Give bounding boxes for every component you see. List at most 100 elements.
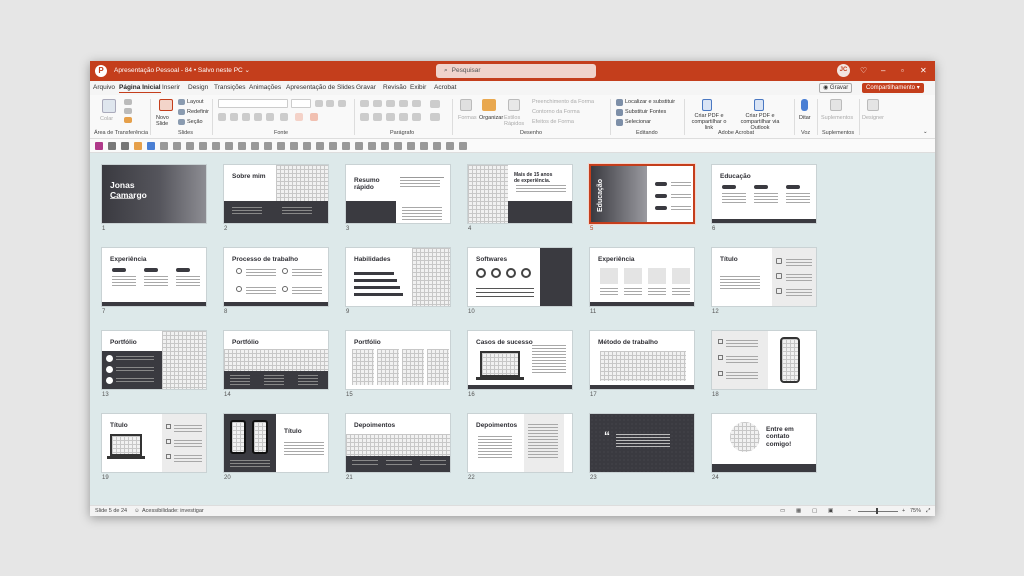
increase-font-icon[interactable] <box>315 100 323 107</box>
start-slideshow-icon[interactable] <box>147 142 155 150</box>
minimize-icon[interactable]: – <box>881 65 885 77</box>
tab-inserir[interactable]: Inserir <box>162 84 180 91</box>
slide-thumbnail-21[interactable]: Depoimentos <box>345 413 451 473</box>
slide-thumbnail-16[interactable]: Casos de sucesso <box>467 330 573 390</box>
bring-forward-icon[interactable] <box>251 142 259 150</box>
create-pdf-outlook-icon[interactable] <box>754 99 764 111</box>
accessibility-status[interactable]: Acessibilidade: investigar <box>142 508 204 514</box>
justify-icon[interactable] <box>399 113 408 121</box>
arrange-icon[interactable] <box>482 99 496 111</box>
dictate-button[interactable]: Ditar <box>799 115 811 121</box>
slide-thumbnail-22[interactable]: Depoimentos <box>467 413 573 473</box>
slide-thumbnail-17[interactable]: Método de trabalho <box>589 330 695 390</box>
slide-thumbnail-18[interactable] <box>711 330 817 390</box>
arrange-button[interactable]: Organizar <box>479 115 503 121</box>
decrease-indent-icon[interactable] <box>386 100 395 107</box>
tab-animações[interactable]: Animações <box>249 84 281 91</box>
link-icon[interactable] <box>420 142 428 150</box>
shapes-icon[interactable] <box>460 99 472 111</box>
comment-icon[interactable] <box>433 142 441 150</box>
zoom-icon[interactable] <box>394 142 402 150</box>
section-icon[interactable] <box>178 119 185 125</box>
paste-icon[interactable] <box>102 99 116 113</box>
slide-thumbnail-5[interactable]: Educação <box>589 164 695 224</box>
document-title[interactable]: Apresentação Pessoal - 84 • Salvo neste … <box>114 66 250 74</box>
collapse-ribbon-icon[interactable]: ⌄ <box>923 129 928 135</box>
zoom-in-icon[interactable]: + <box>902 508 905 514</box>
slide-thumbnail-7[interactable]: Experiência <box>101 247 207 307</box>
selection-pane-icon[interactable] <box>342 142 350 150</box>
format-painter-icon[interactable] <box>124 117 132 123</box>
layout-icon[interactable] <box>178 99 185 105</box>
undo-icon[interactable] <box>108 142 116 150</box>
format-painter-icon[interactable] <box>134 142 142 150</box>
distribute-icon[interactable] <box>238 142 246 150</box>
zoom-level[interactable]: 75% <box>910 508 921 514</box>
slide-thumbnail-3[interactable]: Resumo rápido <box>345 164 451 224</box>
align-right-icon[interactable] <box>386 113 395 121</box>
normal-view-icon[interactable]: ▭ <box>780 508 785 514</box>
tab-design[interactable]: Design <box>188 84 208 91</box>
addins-icon[interactable] <box>830 99 842 111</box>
tab-exibir[interactable]: Exibir <box>410 84 426 91</box>
tab-transições[interactable]: Transições <box>214 84 246 91</box>
guides-icon[interactable] <box>368 142 376 150</box>
lightbulb-icon[interactable]: ♡ <box>860 65 867 77</box>
send-backward-icon[interactable] <box>264 142 272 150</box>
smartart-icon[interactable] <box>430 113 440 121</box>
decrease-font-icon[interactable] <box>326 100 334 107</box>
change-case-icon[interactable] <box>280 113 288 121</box>
cut-icon[interactable] <box>124 99 132 105</box>
shapes-button[interactable]: Formas <box>458 115 477 121</box>
grid-icon[interactable] <box>355 142 363 150</box>
reset-icon[interactable] <box>178 109 185 115</box>
slide-thumbnail-23[interactable]: “ <box>589 413 695 473</box>
create-pdf-link-button[interactable]: Criar PDF e compartilhar o link <box>690 113 728 131</box>
align-icon[interactable] <box>212 142 220 150</box>
shape-effects-button[interactable]: Efeitos de Forma <box>532 119 574 125</box>
slide-thumbnail-13[interactable]: Portfólio <box>101 330 207 390</box>
find-replace-button[interactable]: Localizar e substituir <box>625 99 675 105</box>
fit-icon[interactable] <box>407 142 415 150</box>
ruler-icon[interactable] <box>381 142 389 150</box>
flip-icon[interactable] <box>303 142 311 150</box>
crop-icon[interactable] <box>277 142 285 150</box>
slide-thumbnail-19[interactable]: Título <box>101 413 207 473</box>
eyedropper-icon[interactable] <box>329 142 337 150</box>
select-button[interactable]: Selecionar <box>625 119 651 125</box>
shape-fill-button[interactable]: Preenchimento da Forma <box>532 99 594 105</box>
slide-thumbnail-24[interactable]: Entre em contato comigo! <box>711 413 817 473</box>
align-left-icon[interactable] <box>360 113 369 121</box>
italic-icon[interactable] <box>230 113 238 121</box>
char-spacing-icon[interactable] <box>266 113 274 121</box>
copy-icon[interactable] <box>124 108 132 114</box>
fit-slide-icon[interactable]: ⤢ <box>926 508 930 515</box>
paste-button[interactable]: Colar <box>100 116 113 122</box>
replace-fonts-button[interactable]: Substituir Fontes <box>625 109 666 115</box>
avatar[interactable]: JC <box>837 64 850 77</box>
reading-view-icon[interactable]: ▢ <box>812 508 817 514</box>
new-slide-button[interactable]: Novo Slide <box>156 115 176 127</box>
align-center-icon[interactable] <box>373 113 382 121</box>
reset-button[interactable]: Redefinir <box>187 109 209 115</box>
insert-picture-icon[interactable] <box>173 142 181 150</box>
draw-table-icon[interactable] <box>160 142 168 150</box>
bullets-icon[interactable] <box>360 100 369 107</box>
tab-página-inicial[interactable]: Página Inicial <box>119 84 161 93</box>
font-color-icon[interactable] <box>310 113 318 121</box>
new-slide-icon[interactable] <box>159 99 173 111</box>
insert-shape-icon[interactable] <box>186 142 194 150</box>
shape-outline-button[interactable]: Contorno da Forma <box>532 109 580 115</box>
slide-thumbnail-9[interactable]: Habilidades <box>345 247 451 307</box>
slide-thumbnail-11[interactable]: Experiência <box>589 247 695 307</box>
zoom-out-icon[interactable]: − <box>848 508 851 514</box>
group-icon[interactable] <box>225 142 233 150</box>
tab-arquivo[interactable]: Arquivo <box>93 84 115 91</box>
search-input[interactable]: ⌕ Pesquisar <box>436 64 596 78</box>
textbox-icon[interactable] <box>199 142 207 150</box>
tab-apresentação-de-slides[interactable]: Apresentação de Slides <box>286 84 355 91</box>
merge-shapes-icon[interactable] <box>316 142 324 150</box>
designer-icon[interactable] <box>867 99 879 111</box>
slide-thumbnail-6[interactable]: Educação <box>711 164 817 224</box>
tab-revisão[interactable]: Revisão <box>383 84 406 91</box>
